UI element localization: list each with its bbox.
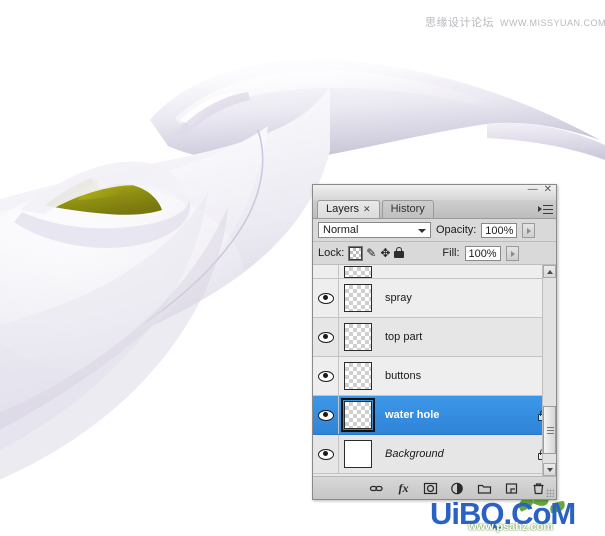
scrollbar-thumb[interactable] [543, 406, 556, 454]
watermark-top-chinese: 思缘设计论坛 [425, 16, 494, 29]
lock-image-pixels-icon[interactable]: ✎ [366, 246, 376, 260]
layer-thumbnail[interactable] [344, 266, 372, 278]
delete-layer-button[interactable] [531, 481, 546, 496]
link-layers-button[interactable] [369, 481, 384, 496]
tab-layers[interactable]: Layers ✕ [317, 200, 380, 218]
tab-close-icon[interactable]: ✕ [363, 201, 371, 218]
table-row[interactable]: spray [313, 279, 556, 318]
panel-menu-icon[interactable] [537, 202, 553, 217]
layer-thumbnail-cell [339, 284, 377, 312]
lock-label: Lock: [318, 247, 345, 259]
layer-visibility-toggle[interactable] [313, 318, 339, 356]
opacity-label: Opacity: [436, 224, 477, 236]
panel-tabstrip: Layers ✕ History [313, 200, 556, 219]
watermark-top-url: WWW.MISSYUAN.COM [500, 18, 605, 28]
layer-thumbnail-cell [339, 362, 377, 390]
panel-resize-grip[interactable] [546, 489, 554, 497]
watermark-top: 思缘设计论坛 WWW.MISSYUAN.COM [425, 14, 605, 30]
eye-icon[interactable] [317, 409, 334, 421]
layer-list[interactable]: spray top part buttons water hole Backgr… [313, 265, 556, 477]
layer-thumbnail-cell [339, 398, 377, 432]
table-row[interactable]: Background [313, 435, 556, 474]
blend-mode-row: Normal Opacity: 100% [313, 219, 556, 242]
lock-position-icon[interactable]: ✥ [380, 246, 390, 260]
opacity-slider-button[interactable] [522, 222, 536, 238]
layer-thumbnail-cell [339, 440, 377, 468]
tab-history-label: History [390, 203, 425, 215]
layer-name[interactable]: buttons [377, 370, 530, 382]
layer-thumbnail-cell [339, 323, 377, 351]
panel-titlebar: — ✕ [313, 185, 556, 200]
eye-icon[interactable] [317, 292, 334, 304]
table-row[interactable]: buttons [313, 357, 556, 396]
eye-icon[interactable] [317, 370, 334, 382]
lock-buttons: ✎ ✥ [348, 245, 407, 261]
fill-label: Fill: [442, 247, 460, 259]
table-row[interactable] [313, 265, 556, 279]
add-layer-style-button[interactable]: fx [396, 481, 411, 496]
blend-mode-value: Normal [323, 224, 359, 236]
layer-visibility-toggle[interactable] [313, 435, 339, 473]
layer-thumbnail-cell [339, 266, 377, 278]
eye-icon[interactable] [317, 331, 334, 343]
scroll-down-button[interactable] [543, 463, 556, 476]
eye-icon[interactable] [317, 448, 334, 460]
new-fill-adjustment-layer-button[interactable] [450, 481, 465, 496]
layer-visibility-toggle[interactable] [313, 357, 339, 395]
tab-layers-label: Layers [326, 203, 360, 215]
lock-transparent-pixels-icon[interactable] [348, 245, 364, 261]
layer-name[interactable]: water hole [377, 409, 530, 421]
new-group-button[interactable] [477, 481, 492, 496]
layer-name[interactable]: spray [377, 292, 530, 304]
layers-panel[interactable]: — ✕ Layers ✕ History Normal Opacity: 100… [312, 184, 557, 500]
close-icon[interactable]: ✕ [544, 185, 552, 195]
layer-thumbnail[interactable] [344, 440, 372, 468]
layer-name[interactable]: Background [377, 448, 530, 460]
blend-mode-select[interactable]: Normal [318, 222, 431, 238]
chevron-down-icon [418, 229, 426, 233]
watermark-bottom-url: www.psahz.com [468, 521, 554, 533]
layer-visibility-toggle[interactable] [313, 396, 339, 434]
panel-bottom-toolbar: fx [313, 477, 556, 499]
watermark-bottom: UiBQ.CoM www.psahz.com [430, 493, 605, 536]
layer-list-scrollbar[interactable] [542, 265, 556, 476]
layer-thumbnail[interactable] [341, 398, 375, 432]
table-row[interactable]: top part [313, 318, 556, 357]
layer-thumbnail[interactable] [344, 362, 372, 390]
table-row[interactable]: water hole [313, 396, 556, 435]
minimize-icon[interactable]: — [528, 185, 538, 195]
opacity-input[interactable]: 100% [481, 222, 518, 238]
lock-row: Lock: ✎ ✥ Fill: 100% [313, 242, 556, 265]
layer-name[interactable]: top part [377, 331, 530, 343]
new-layer-button[interactable] [504, 481, 519, 496]
fill-slider-button[interactable] [505, 245, 519, 261]
layer-thumbnail[interactable] [344, 284, 372, 312]
layer-visibility-toggle[interactable] [313, 279, 339, 317]
tab-history[interactable]: History [381, 200, 434, 218]
fill-input[interactable]: 100% [464, 245, 501, 261]
layer-visibility-toggle[interactable] [313, 265, 339, 278]
scroll-up-button[interactable] [543, 265, 556, 278]
add-layer-mask-button[interactable] [423, 481, 438, 496]
arm-tail-shape [487, 122, 605, 160]
lock-all-icon[interactable] [394, 246, 407, 260]
layer-thumbnail[interactable] [344, 323, 372, 351]
